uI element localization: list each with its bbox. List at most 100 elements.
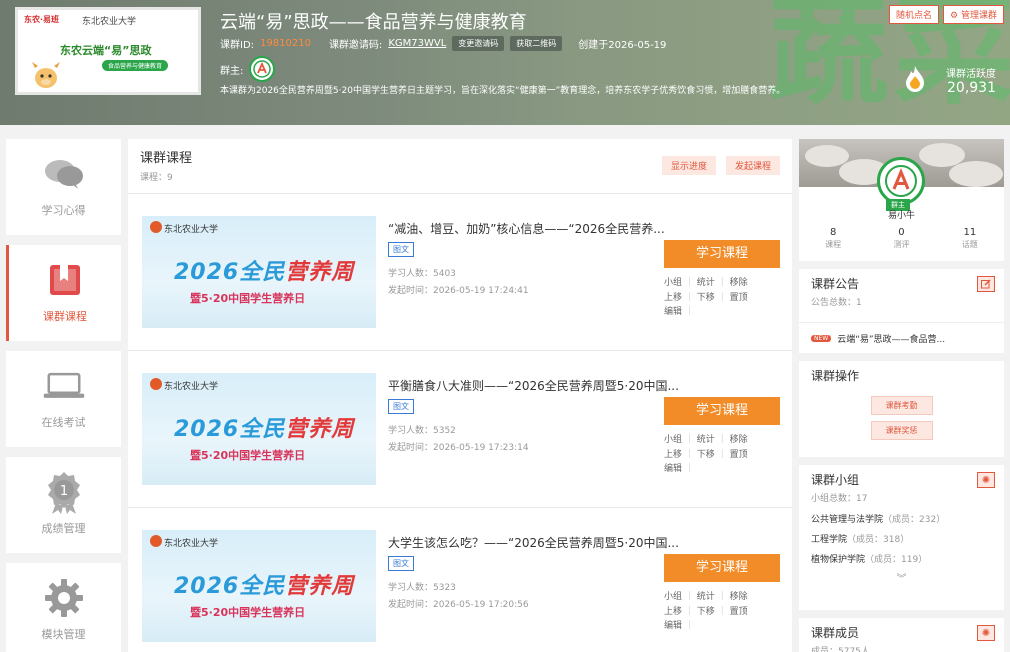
op-edit[interactable]: 编辑 <box>664 307 682 317</box>
op-remove[interactable]: 移除 <box>730 435 748 445</box>
op-group[interactable]: 小组 <box>664 435 682 445</box>
learn-course-button[interactable]: 学习课程 <box>664 554 780 582</box>
random-call-button[interactable]: 随机点名 <box>889 5 940 24</box>
invite-code-label: 课群邀请码: <box>328 40 383 51</box>
stat-value: 11 <box>963 227 977 238</box>
op-stats[interactable]: 统计 <box>697 278 715 288</box>
sidebar-item-online-exam[interactable]: 在线考试 <box>6 351 121 447</box>
sidebar-item-module-manage[interactable]: 模块管理 <box>6 563 121 652</box>
stat-label: 课程 <box>825 240 842 249</box>
change-invite-code-button[interactable]: 变更邀请码 <box>452 36 505 51</box>
op-move-down[interactable]: 下移 <box>697 607 715 617</box>
thumb-university: 东北农业大学 <box>164 382 219 392</box>
groups-count: 小组总数：17 <box>811 494 868 504</box>
learn-course-button[interactable]: 学习课程 <box>664 397 780 425</box>
gear-icon: ✺ <box>981 474 991 486</box>
sidebar-item-courses[interactable]: 课群课程 <box>6 245 121 341</box>
op-edit[interactable]: 编辑 <box>664 464 682 474</box>
stat-courses[interactable]: 8 课程 <box>799 227 867 250</box>
op-remove[interactable]: 移除 <box>730 592 748 602</box>
stat-topics[interactable]: 11 话题 <box>936 227 1004 250</box>
notice-item[interactable]: NEW 云端“易”思政——食品营... <box>799 322 1004 354</box>
op-move-down[interactable]: 下移 <box>697 293 715 303</box>
course-learners: 学习人数：5403 <box>388 269 456 279</box>
group-name: 工程学院 <box>811 535 848 545</box>
course-type-tag: 图文 <box>388 556 414 571</box>
op-move-up[interactable]: 上移 <box>664 607 682 617</box>
op-remove[interactable]: 移除 <box>730 278 748 288</box>
course-name[interactable]: “减油、增豆、加奶”核心信息——“2026全民营养... <box>388 220 768 237</box>
reward-punish-button[interactable]: 课群奖惩 <box>870 421 933 440</box>
op-edit[interactable]: 编辑 <box>664 621 682 631</box>
flame-icon <box>906 66 924 92</box>
op-move-up[interactable]: 上移 <box>664 293 682 303</box>
op-pin-top[interactable]: 置顶 <box>730 450 748 460</box>
manage-course-button[interactable]: ⚙ 管理课群 <box>943 5 1004 24</box>
course-name[interactable]: 大学生该怎么吃？——“2026全民营养周暨5·20中国... <box>388 534 768 551</box>
edit-notice-button[interactable] <box>977 276 995 292</box>
course-cover-image: 东农·易班 东北农业大学 东农云端“易”思政 食品营养与健康教育 <box>15 7 201 95</box>
members-settings-button[interactable]: ✺ <box>977 625 995 641</box>
course-banner: 蔬菜 东农·易班 东北农业大学 东农云端“易”思政 食品营养与健康教育 云端“易… <box>0 0 1010 125</box>
school-emblem-icon <box>885 165 917 197</box>
course-name[interactable]: 平衡膳食八大准则——“2026全民营养周暨5·20中国... <box>388 377 768 394</box>
group-item[interactable]: 植物保护学院（成员：119） <box>799 550 1004 570</box>
course-start-time: 发起时间：2026-05-19 17:20:56 <box>388 600 529 610</box>
sidebar-item-study-notes[interactable]: 学习心得 <box>6 139 121 235</box>
chat-bubbles-icon <box>42 156 86 192</box>
university-badge-icon <box>150 221 162 233</box>
right-column: 群主 易小牛 8 课程 0 测评 11 话题 课群公告 公告总数：1 NEW 云端“易… <box>799 139 1004 652</box>
op-move-down[interactable]: 下移 <box>697 450 715 460</box>
create-course-button[interactable]: 发起课程 <box>725 156 780 175</box>
laptop-icon <box>42 368 86 404</box>
thumb-headline-a: 2026全民 <box>174 260 286 285</box>
op-stats[interactable]: 统计 <box>697 592 715 602</box>
course-id-value: 19810210 <box>260 38 311 49</box>
sidebar: 学习心得 课群课程 在线考试 1 成绩管理 模块管理 <box>6 139 121 652</box>
learn-course-button[interactable]: 学习课程 <box>664 240 780 268</box>
expand-groups-icon[interactable]: ︾ <box>799 570 1004 585</box>
sidebar-item-label: 成绩管理 <box>41 522 86 535</box>
thumb-subtitle: 暨5·20中国学生营养日 <box>190 292 306 305</box>
owner-avatar[interactable] <box>249 56 276 82</box>
thumb-subtitle: 暨5·20中国学生营养日 <box>190 449 306 462</box>
op-group[interactable]: 小组 <box>664 592 682 602</box>
sidebar-item-grades[interactable]: 1 成绩管理 <box>6 457 121 553</box>
op-pin-top[interactable]: 置顶 <box>730 293 748 303</box>
course-id-label: 课群ID: <box>220 40 255 51</box>
cover-pill: 食品营养与健康教育 <box>102 60 169 71</box>
groups-settings-button[interactable]: ✺ <box>977 472 995 488</box>
op-group[interactable]: 小组 <box>664 278 682 288</box>
course-type-tag: 图文 <box>388 242 414 257</box>
attendance-button[interactable]: 课群考勤 <box>870 396 933 415</box>
group-name: 植物保护学院 <box>811 555 866 565</box>
get-qr-code-button[interactable]: 获取二维码 <box>510 36 563 51</box>
course-thumbnail[interactable]: 东北农业大学 2026全民营养周 暨5·20中国学生营养日 <box>142 373 376 485</box>
op-move-up[interactable]: 上移 <box>664 450 682 460</box>
notice-item-text: 云端“易”思政——食品营... <box>837 335 946 345</box>
manage-course-label: 管理课群 <box>960 11 997 21</box>
op-pin-top[interactable]: 置顶 <box>730 607 748 617</box>
mascot-cow-icon <box>32 62 60 88</box>
thumb-headline-a: 2026全民 <box>174 417 286 442</box>
group-item[interactable]: 公共管理与法学院（成员：232） <box>799 510 1004 530</box>
group-item[interactable]: 工程学院（成员：318） <box>799 530 1004 550</box>
show-progress-button[interactable]: 显示进度 <box>661 156 716 175</box>
bookmark-book-icon <box>43 262 87 298</box>
course-thumbnail[interactable]: 东北农业大学 2026全民营养周 暨5·20中国学生营养日 <box>142 216 376 328</box>
group-members: （成员：318） <box>847 535 910 545</box>
owner-avatar-large[interactable] <box>877 157 925 205</box>
course-thumbnail[interactable]: 东北农业大学 2026全民营养周 暨5·20中国学生营养日 <box>142 530 376 642</box>
stat-value: 0 <box>898 227 905 238</box>
stat-label: 测评 <box>893 240 910 249</box>
sidebar-item-label: 课群课程 <box>43 310 87 323</box>
op-stats[interactable]: 统计 <box>697 435 715 445</box>
owner-stats: 8 课程 0 测评 11 话题 <box>799 227 1004 250</box>
course-ops: 小组 ｜ 统计 ｜ 移除 上移 ｜ 下移 ｜ 置顶 编辑 ｜ <box>664 435 748 474</box>
stat-evaluations[interactable]: 0 测评 <box>867 227 935 250</box>
course-learners: 学习人数：5352 <box>388 426 456 436</box>
edit-icon <box>981 279 991 289</box>
groups-card: 课群小组 小组总数：17 ✺ 公共管理与法学院（成员：232） 工程学院（成员：… <box>799 465 1004 610</box>
group-name: 公共管理与法学院 <box>811 515 884 525</box>
invite-code-value[interactable]: KGM73WVL <box>388 38 446 49</box>
